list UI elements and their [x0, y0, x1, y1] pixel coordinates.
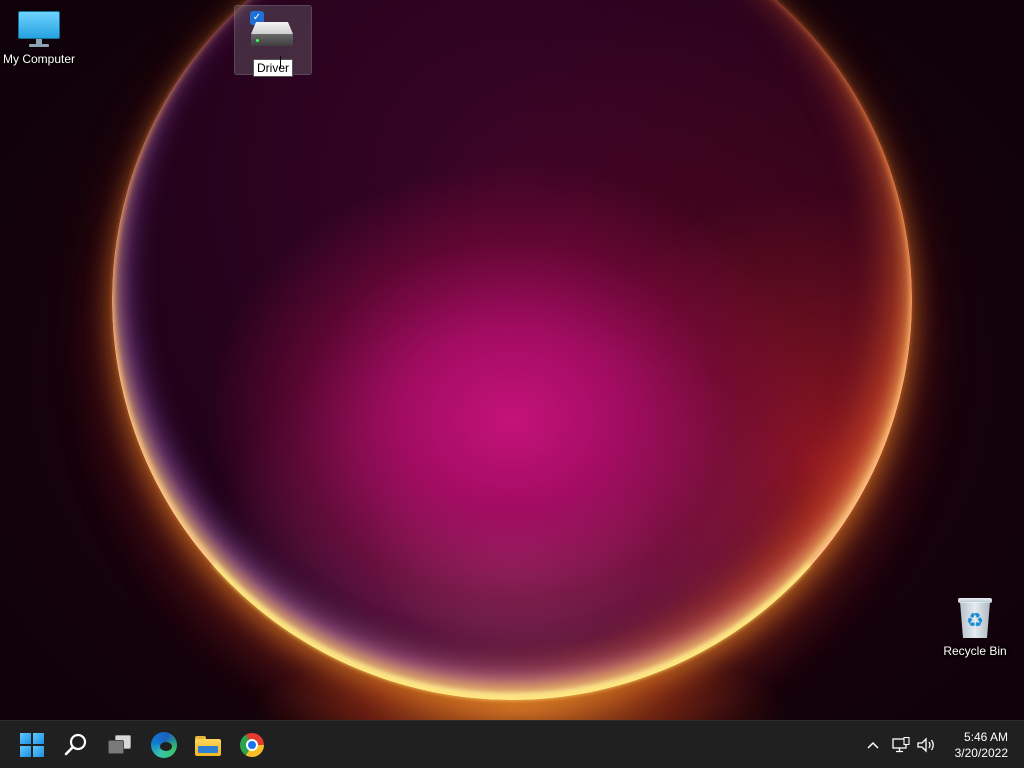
- edge-icon: [151, 732, 177, 758]
- edge-button[interactable]: [144, 725, 184, 765]
- clock-button[interactable]: 5:46 AM 3/20/2022: [940, 727, 1016, 763]
- search-button[interactable]: [56, 725, 96, 765]
- desktop-icon-recycle-bin[interactable]: ♻ Recycle Bin: [936, 596, 1014, 658]
- chrome-icon: [240, 733, 264, 757]
- start-button[interactable]: [12, 725, 52, 765]
- rename-field[interactable]: Driver: [253, 59, 293, 77]
- clock-time: 5:46 AM: [963, 730, 1008, 744]
- network-button[interactable]: [890, 721, 912, 768]
- taskbar: 5:46 AM 3/20/2022: [0, 720, 1024, 768]
- drive-icon: [251, 14, 295, 54]
- text-cursor-icon: [280, 56, 286, 68]
- desktop-icon-label: My Computer: [2, 52, 76, 66]
- desktop-icon-my-computer[interactable]: My Computer: [0, 8, 78, 66]
- volume-button[interactable]: [916, 721, 938, 768]
- desktop-icon-label: Recycle Bin: [943, 644, 1007, 658]
- folder-icon: [195, 734, 221, 756]
- monitor-icon: [17, 8, 61, 48]
- search-icon: [64, 733, 87, 756]
- task-view-button[interactable]: [100, 725, 140, 765]
- windows-logo-icon: [20, 733, 44, 757]
- recycle-bin-icon: ♻: [955, 596, 995, 640]
- speaker-icon: [917, 737, 934, 753]
- file-explorer-button[interactable]: [188, 725, 228, 765]
- network-icon: [892, 737, 910, 753]
- desktop-icon-driver[interactable]: ✓ Driver: [234, 5, 312, 77]
- desktop-wallpaper: [0, 0, 1024, 720]
- chevron-up-icon: [867, 741, 879, 749]
- show-hidden-icons-button[interactable]: [862, 721, 884, 768]
- clock-date: 3/20/2022: [954, 746, 1008, 760]
- chrome-button[interactable]: [232, 725, 272, 765]
- task-view-icon: [107, 734, 133, 756]
